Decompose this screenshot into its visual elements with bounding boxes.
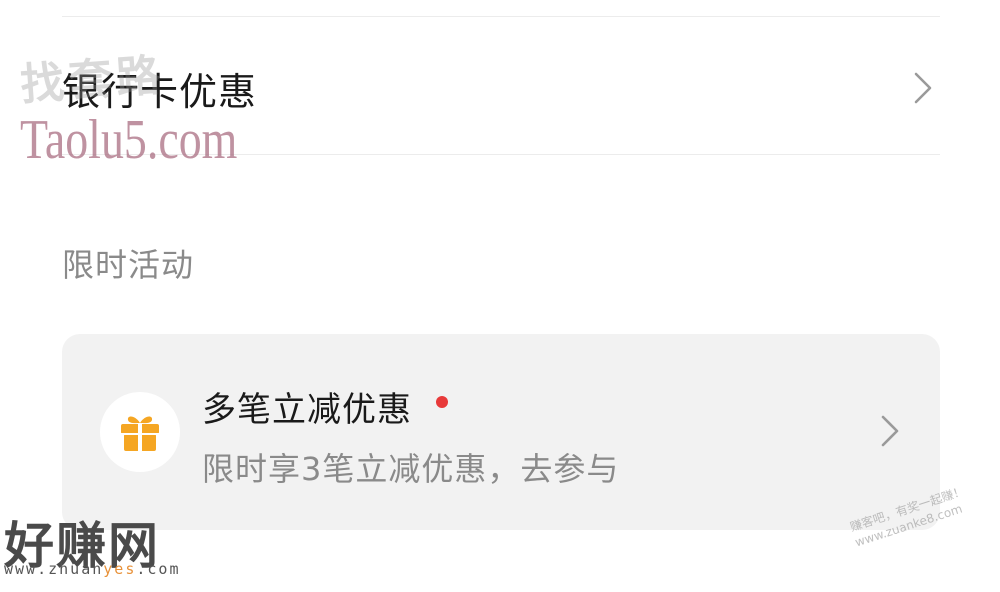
watermark-zhuanyes-url-prefix: www.zhuan (4, 560, 104, 578)
new-indicator-dot (436, 395, 448, 408)
divider-top (62, 16, 940, 17)
section-label-limited-activities: 限时活动 (62, 246, 195, 284)
activity-card-subtitle: 限时享3笔立减优惠，去参与 (202, 450, 620, 488)
gift-icon (121, 416, 159, 451)
activity-card-title-wrap: 多笔立减优惠 (202, 382, 448, 431)
watermark-taolu-cn: 找套路 (18, 50, 166, 111)
activity-card[interactable]: 多笔立减优惠 限时享3笔立减优惠，去参与 (62, 334, 940, 530)
watermark-zhuanyes-url-suffix: .com (136, 560, 181, 578)
watermark-taolu-url: Taolu5.com (20, 109, 238, 171)
page: 银行卡优惠 限时活动 多笔立减优惠 限时享3笔立减优惠，去参与 找套路 Taol… (0, 0, 1000, 592)
watermark-zhuanyes-url-accent: yes (103, 560, 137, 578)
chevron-right-icon (906, 71, 940, 105)
watermark-zhuanyes-url: www.zhuanyes.com (4, 560, 181, 578)
gift-icon-container (100, 392, 180, 472)
chevron-right-icon (880, 414, 900, 452)
activity-card-title: 多笔立减优惠 (202, 390, 412, 430)
